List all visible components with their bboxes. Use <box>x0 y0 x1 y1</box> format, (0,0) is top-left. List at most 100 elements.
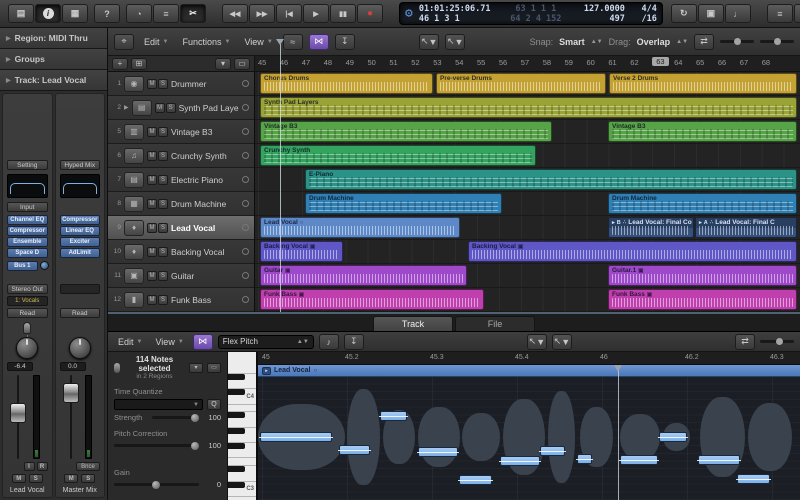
inspector-button[interactable]: i <box>35 4 61 23</box>
waveform-zoom-icon[interactable]: ⇄ <box>694 34 714 50</box>
region[interactable]: Backing Vocal▣ <box>260 241 343 262</box>
go-to-beginning-button[interactable]: |◀ <box>276 4 302 23</box>
flex-pitch-note[interactable] <box>418 447 458 457</box>
flex-pitch-note[interactable] <box>380 411 407 421</box>
add-track-type-button[interactable]: ⊞ <box>131 58 147 70</box>
plugin-slot[interactable]: Exciter <box>60 237 101 247</box>
black-key[interactable] <box>228 482 245 488</box>
solo-button[interactable]: S <box>166 103 176 113</box>
solo-button[interactable]: S <box>158 295 168 305</box>
auto-zoom-button[interactable]: ▾ <box>215 58 231 70</box>
pointer-tool-selector[interactable]: ↖ ▼ <box>419 34 439 50</box>
count-in-button[interactable]: ◔ <box>126 4 152 23</box>
tools-button[interactable]: ✂ <box>180 4 206 23</box>
send-slot[interactable]: Bus 1 <box>7 261 38 271</box>
black-key[interactable] <box>228 389 245 395</box>
bar-ruler[interactable]: 4546474849505152535455565758596061626364… <box>255 56 800 71</box>
midi-in-icon[interactable]: ♪ <box>319 334 339 350</box>
track-filter-icon[interactable]: ↧ <box>335 34 355 50</box>
editor-region-header[interactable]: ▸ Lead Vocal ○ <box>258 365 800 377</box>
flex-pitch-note[interactable] <box>659 432 687 442</box>
track-on-icon[interactable] <box>242 128 249 135</box>
black-key[interactable] <box>228 374 245 380</box>
track-header-crunchy-synth[interactable]: 6♫MSCrunchy Synth <box>108 144 254 168</box>
region[interactable]: Drum Machine <box>305 193 502 214</box>
flex-pitch-note[interactable] <box>577 454 592 464</box>
region[interactable]: ▸B∴Lead Vocal: Final Co <box>608 217 694 238</box>
track-on-icon[interactable] <box>242 272 249 279</box>
waveform-zoom-icon[interactable]: ⇄ <box>735 334 755 350</box>
solo-button[interactable]: S <box>158 151 168 161</box>
solo-button[interactable]: S <box>158 199 168 209</box>
playhead[interactable] <box>280 44 281 312</box>
track-header-drum-machine[interactable]: 8▦MSDrum Machine <box>108 192 254 216</box>
editor-playhead[interactable] <box>618 365 619 500</box>
snap-value[interactable]: Smart <box>559 37 585 47</box>
quantize-apply-button[interactable]: Q <box>207 399 221 410</box>
lcd-display[interactable]: ⚙ 01:01:25:06.71 46 1 3 1 63 1 1 1 64 2 … <box>399 2 663 25</box>
play-button[interactable]: ▶ <box>303 4 329 23</box>
track-header-vintage-b3[interactable]: 5▥MSVintage B3 <box>108 120 254 144</box>
metronome-button[interactable]: ♩ <box>725 4 751 23</box>
automation-mode-button[interactable]: Read <box>7 308 48 318</box>
strength-slider[interactable] <box>152 416 199 419</box>
track-header-electric-piano[interactable]: 7▤MSElectric Piano <box>108 168 254 192</box>
vertical-zoom-slider[interactable] <box>720 40 754 43</box>
mute-button[interactable]: M <box>64 474 78 483</box>
mute-button[interactable]: M <box>147 247 157 257</box>
group-slot[interactable]: 1: Vocals <box>7 296 48 306</box>
track-header-drummer[interactable]: 1◉MSDrummer <box>108 72 254 96</box>
arrange-lanes[interactable]: Chorus DrumsPre-verse DrumsVerse 2 Drums… <box>255 72 800 312</box>
track-on-icon[interactable] <box>242 80 249 87</box>
solo-button[interactable]: S <box>158 79 168 89</box>
track-header-backing-vocal[interactable]: 10♦MSBacking Vocal <box>108 240 254 264</box>
plugin-slot[interactable]: Compressor <box>60 215 101 225</box>
horizontal-zoom-slider[interactable] <box>760 40 794 43</box>
piano-keyboard[interactable]: C4C3 <box>228 352 258 500</box>
track-lane[interactable]: Lead Vocal○ ▸B∴Lead Vocal: Final Co▸A∴Lea… <box>255 216 800 240</box>
black-key[interactable] <box>228 466 245 472</box>
gain-slider[interactable] <box>114 483 199 486</box>
region[interactable]: Backing Vocal▣ <box>468 241 797 262</box>
region[interactable]: ▸A∴Lead Vocal: Final C <box>695 217 797 238</box>
editor-view-menu[interactable]: View▼ <box>151 335 187 349</box>
region[interactable]: Vintage B3 <box>260 121 552 142</box>
panel-view-button[interactable]: ▭ <box>207 363 221 373</box>
pointer-pin-icon[interactable]: ⌖ <box>114 34 134 50</box>
input-slot[interactable]: Input <box>7 202 48 212</box>
track-on-icon[interactable] <box>242 152 249 159</box>
command-click-tool-selector[interactable]: ↖ ▼ <box>445 34 465 50</box>
black-key[interactable] <box>228 428 245 434</box>
flex-pitch-note[interactable] <box>698 455 740 465</box>
flex-pitch-note[interactable] <box>260 432 332 442</box>
region[interactable]: Lead Vocal○ <box>260 217 460 238</box>
flex-pitch-note[interactable] <box>339 445 370 455</box>
black-key[interactable] <box>228 412 245 418</box>
mute-button[interactable]: M <box>12 474 26 483</box>
track-on-icon[interactable] <box>242 248 249 255</box>
editor-ruler[interactable]: 4545.245.345.44646.246.3 <box>258 352 800 365</box>
add-track-button[interactable]: + <box>112 58 128 70</box>
pointer-tool-selector[interactable]: ↖ ▼ <box>527 334 547 350</box>
region[interactable]: Funk Bass▣ <box>608 289 797 310</box>
quantize-select[interactable]: ▼ <box>114 399 203 410</box>
note-pads-icon[interactable]: ▨ <box>794 4 800 23</box>
region[interactable]: Synth Pad Layers <box>260 97 797 118</box>
solo-button[interactable]: S <box>81 474 95 483</box>
solo-button[interactable]: S <box>29 474 43 483</box>
send-knob[interactable] <box>40 261 49 270</box>
bounce-button[interactable]: Bnce <box>76 462 100 471</box>
mute-button[interactable]: M <box>147 79 157 89</box>
flex-pitch-note[interactable] <box>500 456 540 466</box>
tab-file[interactable]: File <box>455 316 535 331</box>
autopunch-button[interactable]: ▣ <box>698 4 724 23</box>
track-header-synth-pad-layers[interactable]: 2▶▤MSSynth Pad Layers <box>108 96 254 120</box>
empty-slot[interactable] <box>60 284 101 294</box>
view-menu[interactable]: View▼ <box>240 35 276 49</box>
region[interactable]: Vintage B3 <box>608 121 797 142</box>
automation-icon[interactable]: ≈ <box>283 34 303 50</box>
track-on-icon[interactable] <box>242 200 249 207</box>
plugin-slot[interactable]: Channel EQ <box>7 215 48 225</box>
flex-mode-selector[interactable]: Flex Pitch ▲▼ <box>218 335 314 349</box>
track-lane[interactable]: Drum MachineDrum Machine <box>255 192 800 216</box>
